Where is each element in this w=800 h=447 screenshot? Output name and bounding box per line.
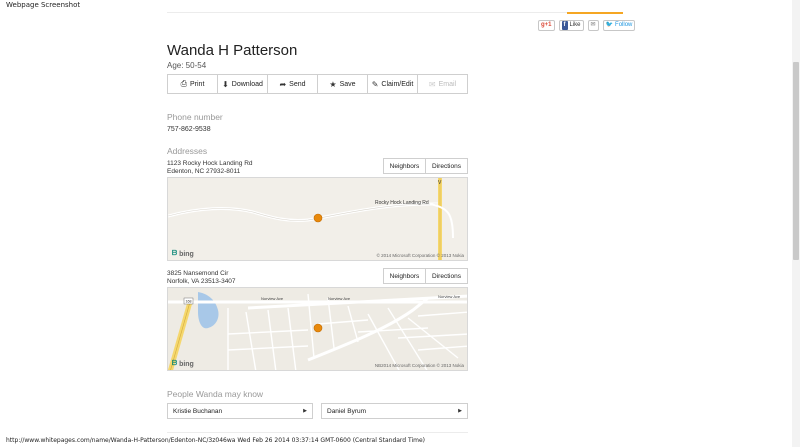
twitter-label: Follow	[615, 22, 633, 28]
chevron-right-icon: ▶	[458, 408, 462, 414]
send-label: Send	[289, 80, 306, 88]
claim-edit-button[interactable]: ✎ Claim/Edit	[368, 75, 418, 93]
scrollbar-thumb[interactable]	[793, 62, 799, 260]
email-button[interactable]: ✉ Email	[418, 75, 467, 93]
star-icon: ★	[329, 79, 337, 89]
bing-label-2: bing	[179, 360, 194, 368]
address-2-line2: Norfolk, VA 23513-3407	[167, 278, 236, 285]
address-2-map[interactable]: Norview Ave Norview Ave Norview Ave 168 …	[167, 287, 468, 371]
save-button[interactable]: ★ Save	[318, 75, 368, 93]
top-divider	[167, 12, 623, 13]
fb-like-button[interactable]: f Like	[558, 20, 584, 31]
envelope-icon: ✉	[590, 22, 596, 28]
address-2-directions-button[interactable]: Directions	[426, 269, 467, 283]
print-icon: ⎙	[180, 79, 187, 88]
map-2-copyright: NB2014 Microsoft Corporation © 2013 Noki…	[374, 363, 464, 368]
person-link-daniel[interactable]: Daniel Byrum ▶	[321, 403, 468, 419]
gplus-button[interactable]: g+1	[538, 20, 555, 31]
action-toolbar: ⎙ Print ⬇ Download ➦ Send ★ Save ✎ Claim…	[167, 74, 468, 94]
address-1-line1: 1123 Rocky Hock Landing Rd	[167, 160, 253, 167]
send-icon: ➦	[279, 79, 287, 89]
address-1-directions-button[interactable]: Directions	[426, 159, 467, 173]
map-2-graphic: Norview Ave Norview Ave Norview Ave 168	[168, 288, 467, 370]
address-2: 3825 Nansemond Cir Norfolk, VA 23513-340…	[167, 270, 236, 286]
map-2-road-label: Norview Ave	[261, 296, 284, 301]
fb-like-label: Like	[569, 22, 581, 28]
gplus-label: g+1	[541, 22, 552, 28]
map-1-location-pin[interactable]	[313, 213, 323, 223]
email-label: Email	[438, 80, 457, 88]
facebook-icon: f	[561, 21, 568, 30]
address-2-line1: 3825 Nansemond Cir	[167, 270, 229, 277]
address-1: 1123 Rocky Hock Landing Rd Edenton, NC 2…	[167, 160, 253, 176]
map-2-road-label-2: Norview Ave	[328, 296, 351, 301]
email-icon: ✉	[428, 79, 436, 89]
addresses-section-title: Addresses	[167, 146, 208, 156]
print-label: Print	[190, 80, 205, 88]
map-2-road-label-3: Norview Ave	[438, 294, 461, 299]
map-2-location-pin[interactable]	[313, 323, 323, 333]
send-button[interactable]: ➦ Send	[268, 75, 318, 93]
map-1-graphic: Rocky Hock Landing Rd V	[168, 178, 467, 260]
address-2-buttons: Neighbors Directions	[383, 268, 468, 284]
map-2-route-number: 168	[186, 300, 192, 304]
twitter-icon: 🐦	[605, 22, 614, 28]
people-section-title: People Wanda may know	[167, 389, 264, 399]
download-label: Download	[231, 80, 263, 88]
footer-url: http://www.whitepages.com/name/Wanda-H-P…	[6, 437, 426, 444]
download-button[interactable]: ⬇ Download	[218, 75, 268, 93]
header-label: Webpage Screenshot	[6, 1, 81, 9]
chevron-right-icon: ▶	[303, 408, 307, 414]
address-1-buttons: Neighbors Directions	[383, 158, 468, 174]
bing-icon: ᗷ	[172, 360, 178, 367]
address-2-neighbors-button[interactable]: Neighbors	[384, 269, 426, 283]
print-button[interactable]: ⎙ Print	[168, 75, 218, 93]
person-link-label: Daniel Byrum	[327, 407, 367, 415]
person-name: Wanda H Patterson	[167, 42, 298, 59]
person-age: Age: 50-54	[167, 61, 207, 70]
twitter-follow-button[interactable]: 🐦 Follow	[602, 20, 636, 31]
bing-icon: ᗷ	[172, 250, 178, 257]
bing-logo-2: ᗷ bing	[172, 360, 194, 368]
bing-logo-1: ᗷ bing	[172, 250, 194, 258]
pencil-icon: ✎	[371, 79, 379, 89]
address-1-line2: Edenton, NC 27932-8011	[167, 168, 241, 175]
download-icon: ⬇	[222, 79, 229, 89]
map-1-copyright: © 2014 Microsoft Corporation © 2013 Noki…	[376, 253, 464, 258]
save-label: Save	[339, 80, 356, 88]
email-share-button[interactable]: ✉	[587, 20, 599, 31]
bing-label-1: bing	[179, 250, 194, 258]
social-buttons: g+1 f Like ✉ 🐦 Follow	[538, 20, 636, 31]
bottom-divider	[167, 432, 468, 433]
phone-section-title: Phone number	[167, 112, 223, 122]
map-1-road-label: Rocky Hock Landing Rd	[375, 200, 429, 206]
claim-edit-label: Claim/Edit	[381, 80, 414, 88]
address-1-neighbors-button[interactable]: Neighbors	[384, 159, 426, 173]
person-link-label: Kristie Buchanan	[173, 407, 223, 415]
top-accent-bar	[567, 12, 623, 14]
address-1-map[interactable]: Rocky Hock Landing Rd V ᗷ bing © 2014 Mic…	[167, 177, 468, 261]
phone-number[interactable]: 757-862-9538	[167, 126, 211, 133]
person-link-kristie[interactable]: Kristie Buchanan ▶	[167, 403, 313, 419]
